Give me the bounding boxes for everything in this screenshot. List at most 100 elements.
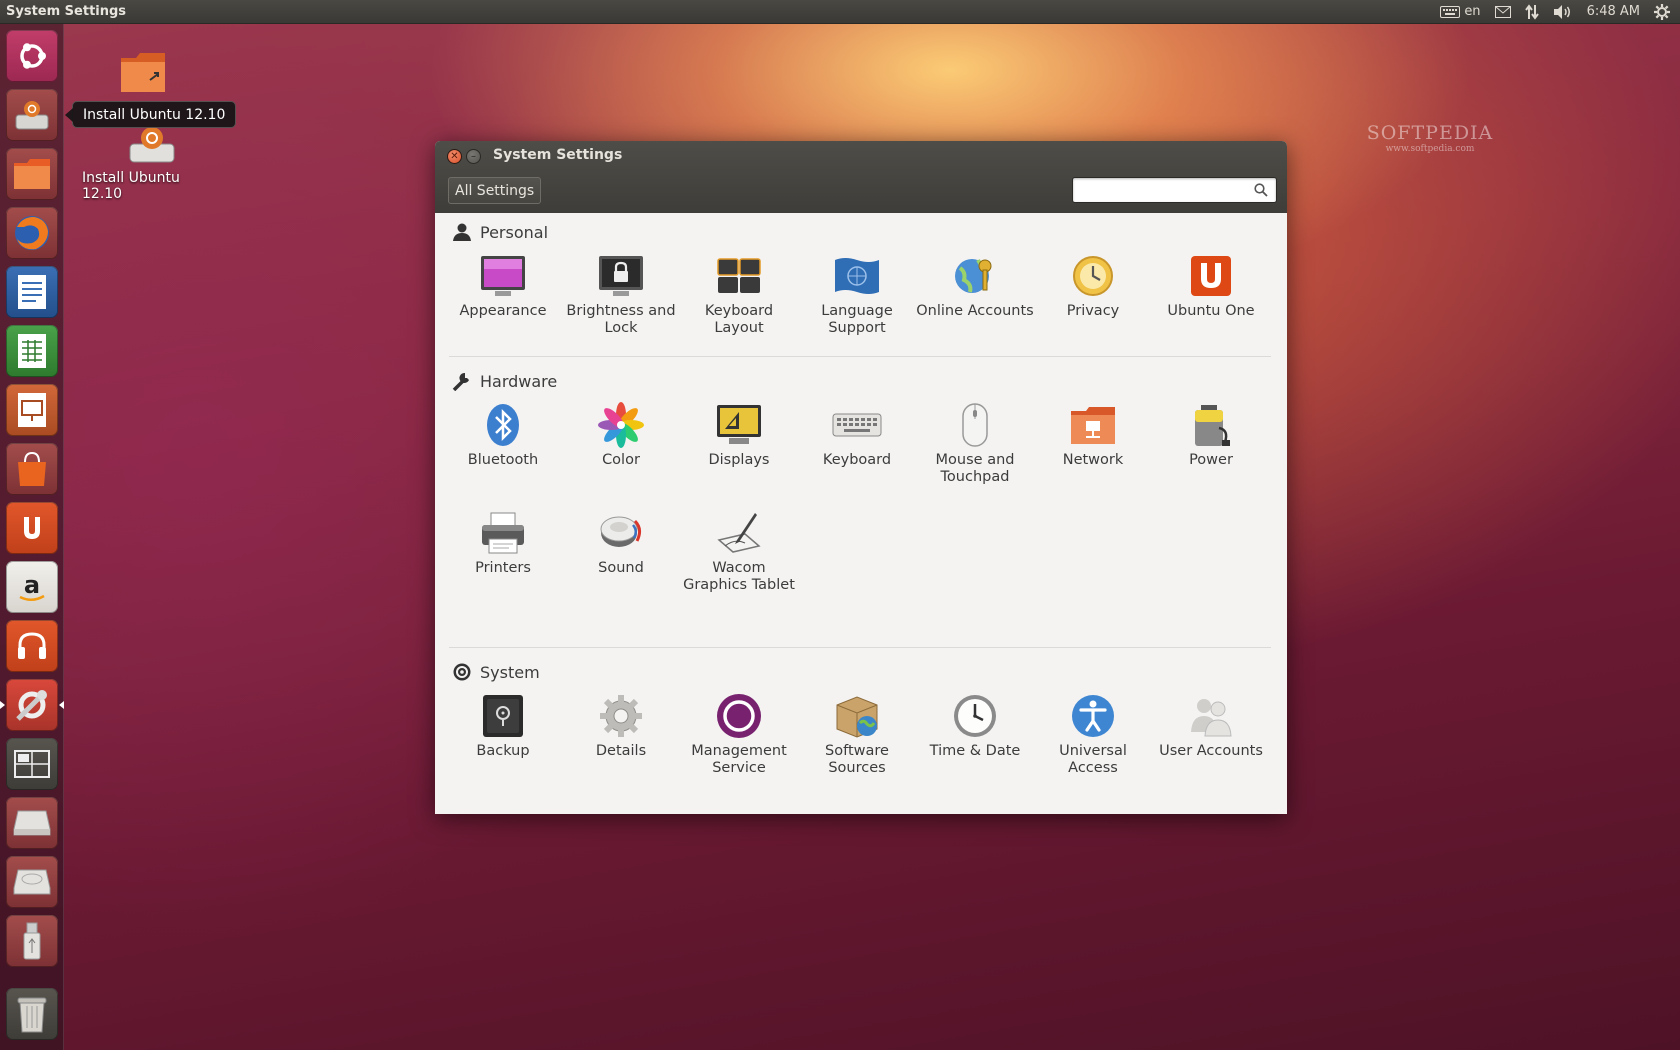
setting-management-service[interactable]: Management Service [680,691,798,777]
setting-backup[interactable]: Backup [444,691,562,760]
mouse-icon [962,403,988,447]
section-header-personal: Personal [452,222,548,242]
install-ubuntu-launcher[interactable] [6,89,58,141]
setting-details[interactable]: Details [562,691,680,760]
system-settings-launcher[interactable] [6,679,58,731]
setting-online-accounts[interactable]: Online Accounts [916,251,1034,320]
optical-drive-icon [13,869,51,895]
messaging-indicator[interactable] [1494,5,1511,18]
network-folder-icon [1071,407,1115,444]
close-button[interactable]: ✕ [447,149,462,164]
software-center-launcher[interactable] [6,443,58,495]
section-title: Hardware [480,371,558,391]
search-box[interactable] [1072,177,1277,203]
display-monitor-icon [717,405,761,444]
color-flower-icon [598,402,644,448]
usb-drive-launcher[interactable] [6,915,58,967]
setting-displays[interactable]: Displays [680,400,798,469]
session-indicator[interactable] [1654,3,1670,20]
setting-software-sources[interactable]: Software Sources [798,691,916,777]
privacy-clock-icon [1073,256,1113,296]
desktop-install-ubuntu[interactable]: Install Ubuntu 12.10 [82,122,222,202]
ubuntu-one-launcher[interactable] [6,502,58,554]
wrench-icon [452,372,469,391]
amazon-launcher[interactable]: a [6,561,58,613]
launcher: a [0,24,64,1050]
running-indicator [0,701,5,709]
setting-label: Sound [598,560,644,576]
setting-label: Displays [708,452,770,468]
setting-label: Backup [476,743,530,759]
software-sources-box-icon [836,696,878,738]
clock-indicator[interactable]: 6:48 AM [1587,4,1640,19]
window-titlebar[interactable]: ✕ – System Settings All Settings [435,141,1287,213]
setting-language-support[interactable]: Language Support [798,251,916,337]
system-settings-window: ✕ – System Settings All Settings Persona… [435,141,1287,814]
dash-home-button[interactable] [6,30,58,82]
search-icon [1254,183,1268,197]
setting-universal-access[interactable]: Universal Access [1034,691,1152,777]
setting-keyboard-layout[interactable]: Keyboard Layout [680,251,798,337]
calc-launcher[interactable] [6,325,58,377]
music-store-launcher[interactable] [6,620,58,672]
trash-launcher[interactable] [6,988,58,1040]
setting-color[interactable]: Color [562,400,680,469]
keyboard-icon [1440,5,1461,18]
setting-mouse-and-touchpad[interactable]: Mouse and Touchpad [916,400,1034,486]
setting-sound[interactable]: Sound [562,508,680,577]
system-gear-icon [453,663,471,681]
document-writer-icon [18,275,46,309]
setting-appearance[interactable]: Appearance [444,251,562,320]
landscape-circle-icon [717,694,761,738]
setting-label: Power [1189,452,1233,468]
setting-ubuntu-one[interactable]: Ubuntu One [1152,251,1270,320]
folder-icon [121,53,165,92]
power-battery-icon [1195,405,1230,446]
setting-brightness-and-lock[interactable]: Brightness and Lock [562,251,680,337]
setting-label: Network [1062,452,1124,468]
setting-time-and-date[interactable]: Time & Date [916,691,1034,760]
setting-label: Printers [475,560,531,576]
clock-icon [954,695,996,737]
spreadsheet-calc-icon [18,334,46,368]
drive-launcher[interactable] [6,797,58,849]
ubuntu-one-icon [1191,256,1231,296]
keyboard-layout-icon [717,258,761,293]
sound-indicator[interactable] [1553,4,1573,20]
mail-icon [1494,5,1511,18]
setting-network[interactable]: Network [1034,400,1152,469]
search-input[interactable] [1079,178,1249,202]
minimize-button[interactable]: – [466,149,481,164]
setting-label: Management Service [691,743,787,776]
desktop-folder-icon[interactable] [118,50,168,94]
hard-drive-icon [13,810,51,836]
impress-launcher[interactable] [6,384,58,436]
printer-icon [482,512,524,554]
workspace-switcher-icon [14,750,50,778]
workspace-switcher-launcher[interactable] [6,738,58,790]
setting-keyboard[interactable]: Keyboard [798,400,916,469]
usb-stick-icon [23,922,41,960]
setting-privacy[interactable]: Privacy [1034,251,1152,320]
files-launcher[interactable] [6,148,58,200]
drive-2-launcher[interactable] [6,856,58,908]
person-icon [453,223,471,241]
watermark: SOFTPEDIA www.softpedia.com [1360,122,1500,154]
keyboard-indicator[interactable]: en [1440,4,1481,19]
writer-launcher[interactable] [6,266,58,318]
language-flag-icon [835,258,879,294]
all-settings-button[interactable]: All Settings [448,177,542,204]
network-indicator[interactable] [1524,3,1539,20]
setting-wacom-graphics-tablet[interactable]: Wacom Graphics Tablet [680,508,798,594]
firefox-launcher[interactable] [6,207,58,259]
setting-bluetooth[interactable]: Bluetooth [444,400,562,469]
setting-printers[interactable]: Printers [444,508,562,577]
volume-icon [1553,4,1570,19]
setting-label: Color [602,452,640,468]
setting-label: Online Accounts [916,303,1034,319]
installer-icon [129,127,175,163]
setting-user-accounts[interactable]: User Accounts [1152,691,1270,760]
launcher-tooltip: Install Ubuntu 12.10 [64,101,237,128]
setting-power[interactable]: Power [1152,400,1270,469]
setting-label: Mouse and Touchpad [935,452,1015,485]
